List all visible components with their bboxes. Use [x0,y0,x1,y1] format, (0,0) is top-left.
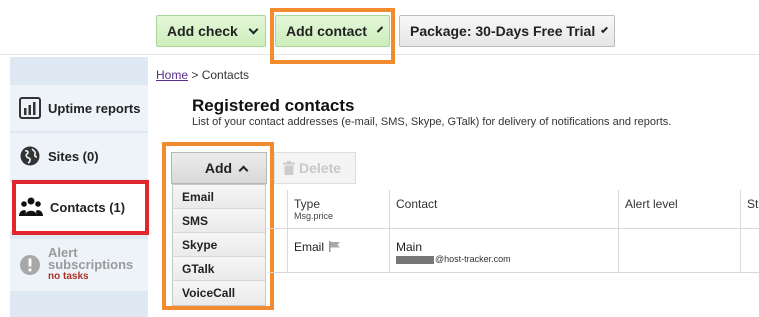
sidebar-item-uptime-reports[interactable]: Uptime reports [10,85,148,131]
delete-button[interactable]: Delete [274,152,356,184]
flag-icon [329,241,341,252]
contact-name: Main [396,240,423,254]
column-header-status[interactable]: St [741,190,759,228]
contacts-table: Type Msg.price Contact Alert level St Em… [268,190,759,273]
delete-button-label: Delete [299,160,342,176]
breadcrumb-home-link[interactable]: Home [156,68,188,82]
package-label: Package: 30-Days Free Trial [410,23,596,39]
header-divider [268,228,759,229]
cell-type: Email [294,240,325,254]
column-header-type[interactable]: Type Msg.price [288,190,388,228]
sidebar-item-sites[interactable]: Sites (0) [10,133,148,179]
highlight-contacts [12,180,149,235]
add-check-button[interactable]: Add check [156,15,266,47]
breadcrumb: Home > Contacts [156,68,249,82]
table-row[interactable]: Email [294,240,341,254]
sidebar-item-text: Alert subscriptions no tasks [48,245,148,283]
page-title: Registered contacts [192,96,355,115]
alert-icon [20,255,40,275]
add-check-label: Add check [167,23,238,39]
breadcrumb-current: Contacts [201,68,250,82]
masked-email [396,255,434,264]
sidebar-item-label: Sites (0) [48,148,99,164]
cell-contact[interactable]: Main [396,240,422,254]
page-description: List of your contact addresses (e-mail, … [192,116,672,128]
breadcrumb-separator: > [188,68,202,82]
sidebar-item-label: Alert subscriptions [48,245,134,272]
sidebar-item-label: Uptime reports [48,100,141,116]
highlight-add-menu [162,142,274,310]
bar-chart-icon [19,97,41,119]
sidebar-item-alert-subscriptions[interactable]: Alert subscriptions no tasks [10,239,148,291]
contact-address: @host-tracker.com [396,254,511,264]
trash-icon [283,161,295,175]
chevron-down-icon [248,24,259,34]
package-button[interactable]: Package: 30-Days Free Trial [399,15,615,47]
row-divider [268,272,759,273]
contact-address-suffix: @host-tracker.com [435,254,511,264]
sidebar-item-subtext: no tasks [48,271,89,282]
column-header-contact[interactable]: Contact [390,190,616,228]
column-header-type-label: Type [294,197,321,211]
column-header-type-sub: Msg.price [294,211,334,221]
globe-icon [20,146,40,166]
chevron-down-icon [601,25,609,33]
highlight-add-contact [270,8,395,64]
column-header-alert-level[interactable]: Alert level [619,190,739,228]
